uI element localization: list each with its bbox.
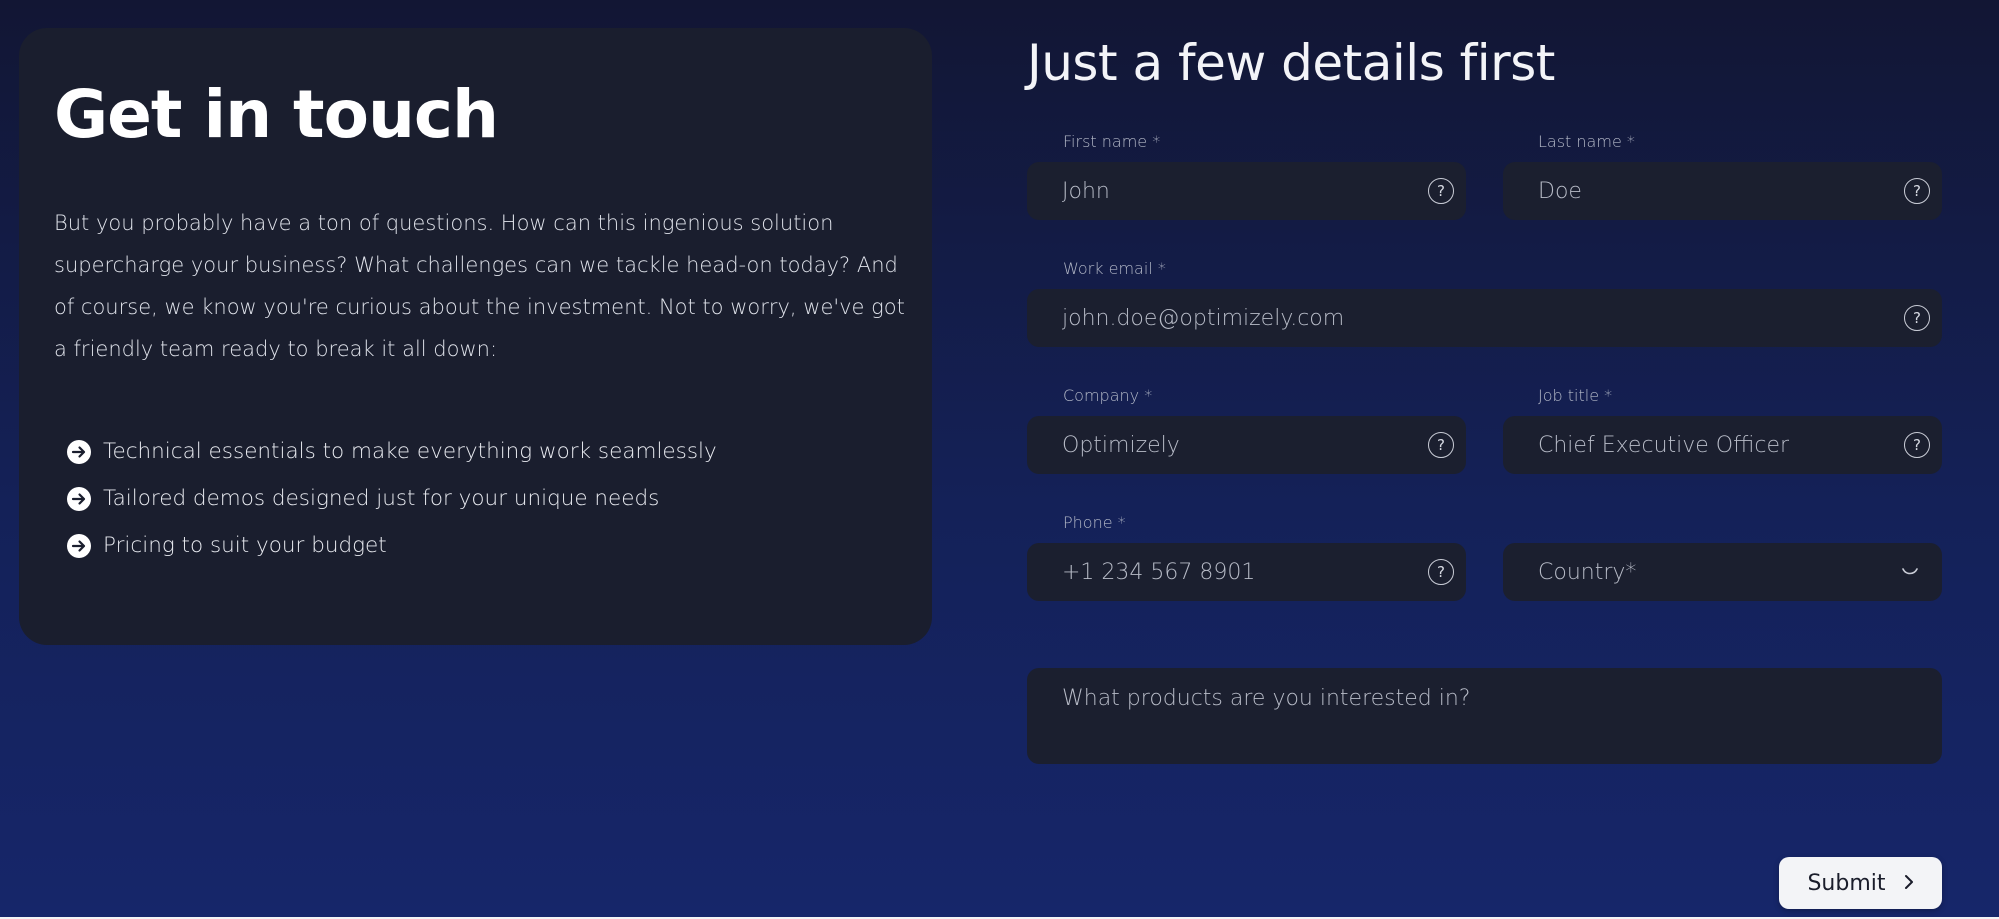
arrow-right-circle-icon — [67, 533, 91, 558]
products-field — [1027, 668, 1942, 764]
country-select[interactable]: Country* — [1503, 543, 1942, 601]
last-name-label: Last name * — [1538, 132, 1635, 151]
work-email-field: ? — [1027, 289, 1942, 347]
phone-input[interactable] — [1062, 559, 1428, 585]
company-label: Company * — [1063, 386, 1153, 405]
products-textarea[interactable] — [1062, 686, 1907, 746]
phone-field: ? — [1027, 543, 1466, 601]
country-select-value: Country* — [1538, 559, 1637, 585]
benefits-list: Technical essentials to make everything … — [67, 428, 717, 569]
question-circle-icon[interactable]: ? — [1904, 178, 1930, 204]
first-name-input[interactable] — [1062, 178, 1428, 204]
work-email-input[interactable] — [1062, 305, 1904, 331]
arrow-right-circle-icon — [67, 439, 91, 464]
question-circle-icon[interactable]: ? — [1428, 178, 1454, 204]
question-circle-icon[interactable]: ? — [1428, 432, 1454, 458]
submit-button[interactable]: Submit — [1779, 857, 1942, 909]
last-name-input[interactable] — [1538, 178, 1904, 204]
info-card: Get in touch But you probably have a ton… — [19, 28, 932, 645]
job-title-field: ? — [1503, 416, 1942, 474]
card-intro: But you probably have a ton of questions… — [54, 211, 905, 361]
list-item: Pricing to suit your budget — [67, 522, 717, 569]
arrow-right-circle-icon — [67, 486, 91, 511]
chevron-down-icon — [1900, 562, 1920, 582]
first-name-field: ? — [1027, 162, 1466, 220]
job-title-label: Job title * — [1538, 386, 1613, 405]
first-name-label: First name * — [1063, 132, 1161, 151]
submit-label: Submit — [1807, 870, 1886, 896]
list-item: Technical essentials to make everything … — [67, 428, 717, 475]
card-title: Get in touch — [54, 76, 499, 153]
question-circle-icon[interactable]: ? — [1904, 305, 1930, 331]
question-circle-icon[interactable]: ? — [1904, 432, 1930, 458]
form-title: Just a few details first — [1027, 34, 1555, 92]
work-email-label: Work email * — [1063, 259, 1166, 278]
last-name-field: ? — [1503, 162, 1942, 220]
list-item-text: Tailored demos designed just for your un… — [103, 486, 660, 511]
list-item-text: Technical essentials to make everything … — [103, 439, 717, 464]
job-title-input[interactable] — [1538, 432, 1904, 458]
chevron-right-icon — [1904, 871, 1914, 896]
company-input[interactable] — [1062, 432, 1428, 458]
phone-label: Phone * — [1063, 513, 1126, 532]
list-item: Tailored demos designed just for your un… — [67, 475, 717, 522]
question-circle-icon[interactable]: ? — [1428, 559, 1454, 585]
company-field: ? — [1027, 416, 1466, 474]
list-item-text: Pricing to suit your budget — [103, 533, 387, 558]
